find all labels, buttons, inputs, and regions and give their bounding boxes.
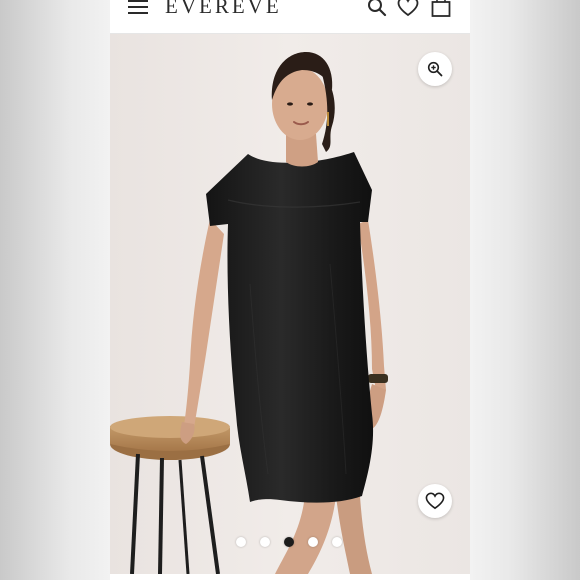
add-to-wishlist-button[interactable] [418,484,452,518]
gallery-dot[interactable] [308,537,318,547]
zoom-button[interactable] [418,52,452,86]
phone-screen: EVEREVE [110,0,470,580]
gallery-dot[interactable] [236,537,246,547]
search-icon[interactable] [366,0,388,18]
heart-icon[interactable] [397,0,419,18]
product-image[interactable] [110,34,470,574]
model-photo [110,34,470,574]
shopping-bag-icon[interactable] [430,0,452,18]
gallery-pagination [236,537,342,547]
gallery-dot[interactable] [260,537,270,547]
gallery-dot[interactable] [332,537,342,547]
zoom-in-icon [427,61,443,77]
site-header: EVEREVE [110,0,470,34]
hamburger-menu-icon[interactable] [128,0,150,14]
brand-logo[interactable]: EVEREVE [165,0,282,19]
heart-outline-icon [425,492,445,510]
gallery-dot-active[interactable] [284,537,294,547]
bottom-strip [110,574,470,580]
